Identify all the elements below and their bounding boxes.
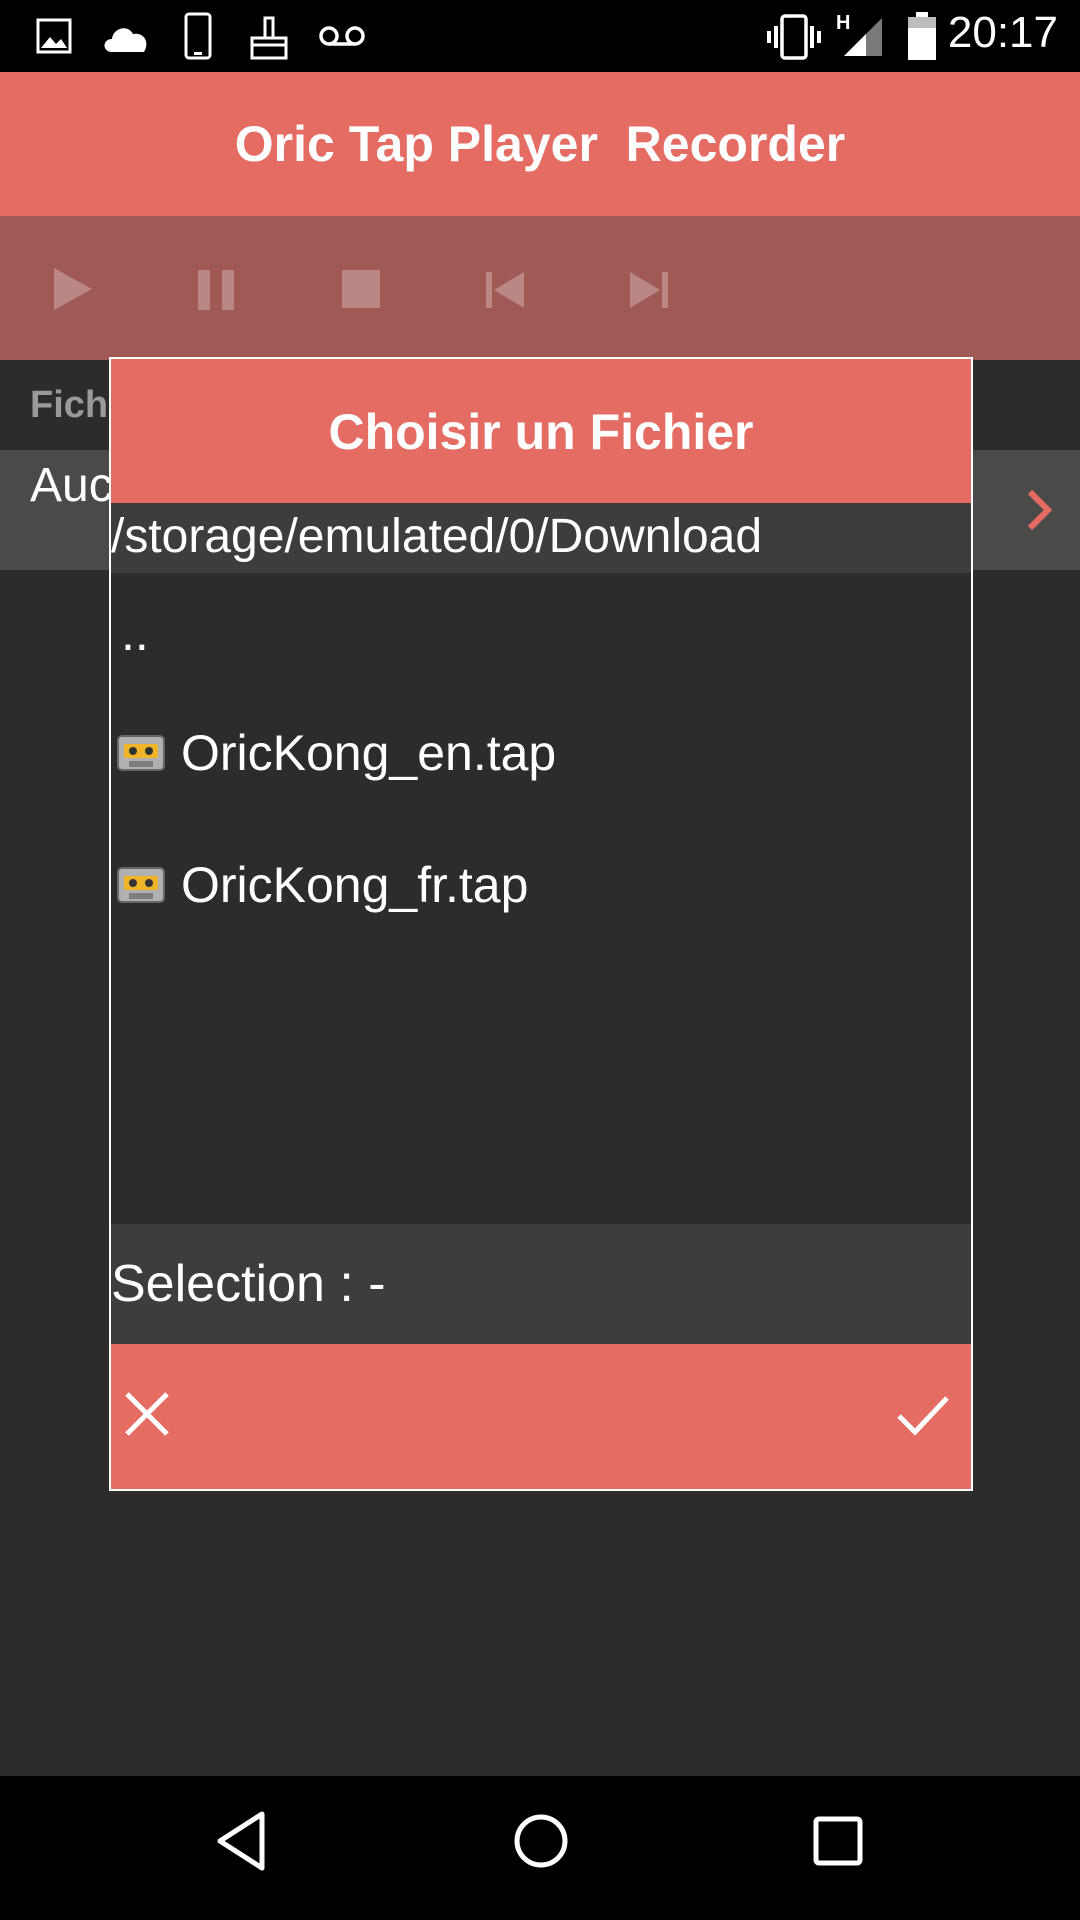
selection-label: Selection : - bbox=[111, 1255, 386, 1313]
close-icon[interactable] bbox=[117, 1384, 177, 1444]
file-list: .. OricKong_en.tap OricKong_fr.tap bbox=[111, 573, 971, 1333]
file-item[interactable]: OricKong_fr.tap bbox=[111, 825, 971, 945]
status-bar: H 20:17 bbox=[0, 0, 1080, 72]
file-name: OricKong_fr.tap bbox=[181, 857, 529, 913]
image-icon bbox=[36, 18, 72, 54]
vibrate-icon bbox=[767, 14, 821, 60]
file-name: OricKong_en.tap bbox=[181, 725, 557, 781]
file-item[interactable]: OricKong_en.tap bbox=[111, 693, 971, 813]
voicemail-icon bbox=[319, 26, 365, 46]
selection-bar: Selection : - bbox=[111, 1224, 971, 1344]
dialog-title: Choisir un Fichier bbox=[111, 359, 971, 503]
recents-icon[interactable] bbox=[808, 1806, 868, 1876]
clock: 20:17 bbox=[947, 8, 1058, 57]
cassette-icon bbox=[117, 867, 165, 903]
cloud-icon bbox=[104, 28, 147, 52]
check-icon[interactable] bbox=[893, 1384, 953, 1444]
skip-previous-icon[interactable] bbox=[480, 264, 530, 314]
chevron-right-icon[interactable] bbox=[1024, 488, 1054, 532]
transport-bar bbox=[0, 216, 1080, 360]
play-icon[interactable] bbox=[48, 264, 98, 314]
battery-icon bbox=[908, 12, 936, 60]
parent-directory-item[interactable]: .. bbox=[111, 573, 971, 693]
section-label: Fich bbox=[30, 384, 109, 426]
navigation-bar bbox=[0, 1776, 1080, 1920]
stop-icon[interactable] bbox=[336, 264, 386, 314]
file-chooser-dialog: Choisir un Fichier /storage/emulated/0/D… bbox=[109, 357, 973, 1491]
app-title: Oric Tap Player Recorder bbox=[234, 116, 846, 172]
app-bar: Oric Tap Player Recorder bbox=[0, 72, 1080, 216]
parent-directory-label: .. bbox=[121, 605, 149, 661]
current-path: /storage/emulated/0/Download bbox=[111, 503, 971, 573]
brush-icon bbox=[250, 16, 288, 60]
signal-icon bbox=[844, 18, 882, 56]
phone-icon bbox=[184, 12, 212, 60]
back-icon[interactable] bbox=[210, 1806, 274, 1876]
skip-next-icon[interactable] bbox=[624, 264, 674, 314]
audio-row-label: Auc bbox=[30, 459, 113, 512]
pause-icon[interactable] bbox=[192, 264, 242, 314]
cassette-icon bbox=[117, 735, 165, 771]
dialog-actions bbox=[111, 1344, 971, 1489]
home-icon[interactable] bbox=[510, 1806, 572, 1876]
